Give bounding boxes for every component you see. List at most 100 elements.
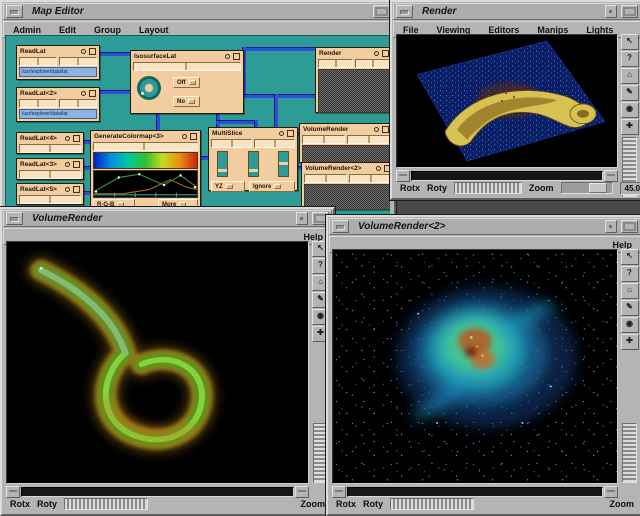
window-menu-icon[interactable] [6, 5, 23, 18]
window-menu-icon[interactable] [6, 212, 23, 225]
menu-edit[interactable]: Edit [50, 25, 85, 35]
window-menu-icon[interactable] [396, 5, 413, 18]
scroll-trough[interactable] [411, 171, 603, 181]
volumerender2-viewport[interactable] [332, 249, 618, 484]
param-slider[interactable] [355, 59, 390, 68]
module-readlat[interactable]: ReadLat /usr/explorer/data/lat [16, 45, 100, 80]
vertical-slider[interactable] [278, 151, 289, 177]
menu-admin[interactable]: Admin [4, 25, 50, 35]
zoom-thumbwheel[interactable] [622, 423, 637, 483]
module-open-icon[interactable] [73, 161, 80, 168]
module-render[interactable]: Render [315, 47, 391, 113]
param-slider[interactable] [59, 57, 97, 66]
param-slider[interactable] [349, 174, 391, 183]
seek-icon[interactable]: ✚ [621, 334, 639, 350]
minimize-icon[interactable] [605, 220, 617, 233]
module-open-icon[interactable] [287, 130, 294, 137]
zoom-value[interactable]: 45.0 [620, 182, 640, 195]
minimize-icon[interactable] [296, 212, 308, 225]
module-open-icon[interactable] [73, 135, 80, 142]
param-slider[interactable] [19, 144, 81, 153]
corner-box[interactable] [6, 486, 20, 498]
module-open-icon[interactable] [382, 50, 389, 57]
module-open-icon[interactable] [382, 126, 389, 133]
param-slider[interactable] [59, 99, 97, 108]
module-collapse-icon[interactable] [225, 54, 230, 59]
module-readlat2[interactable]: ReadLat<2> /usr/explorer/data/lat [16, 87, 100, 122]
module-open-icon[interactable] [190, 133, 197, 140]
seek-icon[interactable]: ✚ [621, 119, 639, 135]
colormap-strip[interactable] [93, 152, 198, 169]
corner-box[interactable] [396, 170, 410, 182]
maximize-icon[interactable] [621, 220, 638, 233]
param-slider[interactable] [318, 59, 353, 68]
menu-layout[interactable]: Layout [130, 25, 178, 35]
module-isosurfacelat[interactable]: IsosurfaceLat Off No [130, 50, 244, 114]
module-open-icon[interactable] [89, 90, 96, 97]
scroll-trough[interactable] [347, 487, 603, 497]
param-slider[interactable] [19, 57, 57, 66]
option-menu-off[interactable]: Off [173, 77, 200, 88]
roty-thumbwheel[interactable] [390, 498, 474, 510]
param-slider[interactable] [133, 62, 241, 71]
module-open-icon[interactable] [233, 53, 240, 60]
vertical-slider[interactable] [217, 151, 228, 177]
corner-box[interactable] [295, 486, 309, 498]
menu-editors[interactable]: Editors [479, 25, 528, 35]
map-editor-titlebar[interactable]: Map Editor [3, 3, 393, 20]
window-menu-icon[interactable] [332, 220, 349, 233]
minimize-icon[interactable] [605, 5, 617, 18]
param-slider[interactable] [211, 139, 252, 148]
render-viewport[interactable] [396, 34, 618, 168]
set-home-icon[interactable]: ✎ [621, 85, 639, 101]
option-menu-no[interactable]: No [173, 96, 200, 107]
pointer-icon[interactable]: ↖ [621, 249, 639, 265]
param-slider[interactable] [19, 170, 81, 179]
corner-box[interactable] [604, 486, 618, 498]
module-readlat4[interactable]: ReadLat<4> [16, 132, 84, 154]
param-slider[interactable] [93, 142, 198, 151]
module-readlat5[interactable]: ReadLat<5> [16, 183, 84, 205]
corner-box[interactable] [604, 170, 618, 182]
set-home-icon[interactable]: ✎ [621, 300, 639, 316]
home-icon[interactable]: ⌂ [621, 283, 639, 299]
module-collapse-icon[interactable] [374, 51, 379, 56]
dial-widget[interactable] [137, 76, 161, 100]
corner-box[interactable] [332, 486, 346, 498]
module-collapse-icon[interactable] [182, 134, 187, 139]
module-collapse-icon[interactable] [279, 131, 284, 136]
maximize-icon[interactable] [373, 5, 390, 18]
view-all-icon[interactable]: ◉ [621, 317, 639, 333]
module-volumerender[interactable]: VolumeRender [299, 123, 391, 163]
render-titlebar[interactable]: Render [393, 3, 640, 20]
volumerender-viewport[interactable] [6, 241, 309, 484]
param-slider[interactable] [302, 135, 345, 144]
menu-viewing[interactable]: Viewing [428, 25, 480, 35]
module-collapse-icon[interactable] [81, 91, 86, 96]
menu-manips[interactable]: Manips [528, 25, 577, 35]
help-icon[interactable]: ? [621, 266, 639, 282]
menu-lights[interactable]: Lights [577, 25, 622, 35]
volumerender2-titlebar[interactable]: VolumeRender<2> [329, 218, 640, 235]
menu-help[interactable]: Help [604, 240, 640, 250]
param-slider[interactable] [347, 135, 390, 144]
scroll-trough[interactable] [21, 487, 294, 497]
help-icon[interactable]: ? [621, 51, 639, 67]
param-slider[interactable] [304, 174, 347, 183]
volumerender-titlebar[interactable]: VolumeRender [3, 210, 332, 227]
module-readlat3[interactable]: ReadLat<3> [16, 158, 84, 180]
module-collapse-icon[interactable] [376, 166, 381, 171]
filename-field[interactable]: /usr/explorer/data/lat [19, 109, 97, 119]
pointer-icon[interactable]: ↖ [621, 34, 639, 50]
param-slider[interactable] [254, 139, 295, 148]
module-open-icon[interactable] [73, 186, 80, 193]
module-collapse-icon[interactable] [65, 136, 70, 141]
module-collapse-icon[interactable] [81, 49, 86, 54]
vertical-slider[interactable] [248, 151, 259, 177]
param-slider[interactable] [19, 195, 81, 204]
roty-thumbwheel[interactable] [454, 182, 522, 194]
module-volumerender2[interactable]: VolumeRender<2> [301, 162, 391, 210]
module-generatecolormap[interactable]: GenerateColormap<3> R-G-B More Opacity R… [90, 130, 201, 212]
home-icon[interactable]: ⌂ [621, 68, 639, 84]
zoom-slider[interactable] [561, 182, 613, 194]
